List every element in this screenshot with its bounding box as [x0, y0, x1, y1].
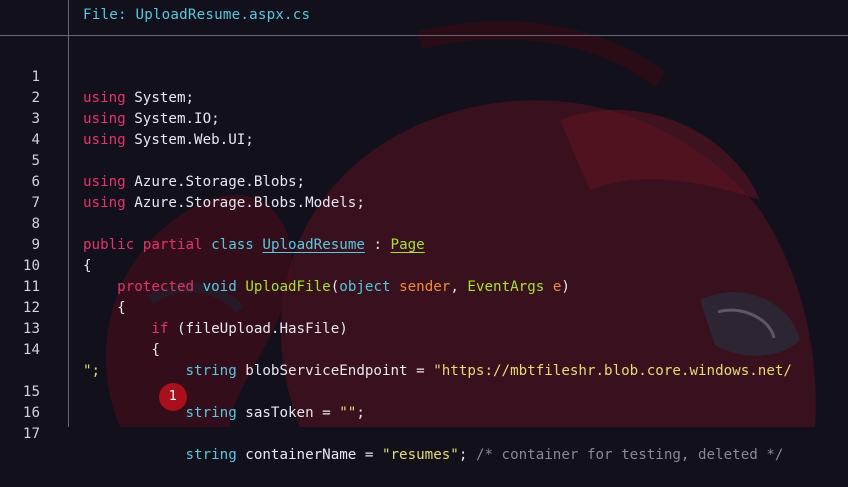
code-line: 14 string blobServiceEndpoint = "https:/…	[0, 319, 848, 379]
code-line: 6 using Azure.Storage.Blobs.Models;	[0, 151, 848, 211]
code-line: 9 {	[0, 214, 848, 274]
code-line: 5 using Azure.Storage.Blobs;	[0, 130, 848, 190]
code-line: 12 if (fileUpload.HasFile)	[0, 277, 848, 337]
code-line: 8 public partial class UploadResume : Pa…	[0, 193, 848, 253]
code-line: 3 using System.Web.UI;	[0, 88, 848, 148]
operator: =	[356, 447, 382, 463]
variable-name: containerName	[236, 447, 357, 463]
code-line: 17	[0, 403, 848, 442]
code-line: 13 {	[0, 298, 848, 358]
code-line: 11 {	[0, 256, 848, 316]
semicolon: ;	[458, 447, 476, 463]
code-line: 1 using System;	[0, 46, 848, 106]
code-line: 4	[0, 109, 848, 148]
keyword: string	[185, 447, 237, 463]
code-line: 16 1 string containerName = "resumes"; /…	[0, 382, 848, 463]
code-line: 15 string sasToken = "";	[0, 361, 848, 421]
code-line: 2 using System.IO;	[0, 67, 848, 127]
code-listing: 1 using System; 2 using System.IO; 3 usi…	[0, 46, 848, 463]
code-line: 7	[0, 172, 848, 211]
comment: /* container for testing, deleted */	[475, 447, 784, 463]
line-number: 17	[22, 426, 40, 442]
code-line: 10 protected void UploadFile(object send…	[0, 235, 848, 295]
file-title: File: UploadResume.aspx.cs	[83, 7, 311, 23]
header-divider	[0, 35, 848, 36]
string-literal: "resumes"	[381, 447, 459, 463]
code-line-wrap: ";	[0, 340, 848, 379]
file-header: File: UploadResume.aspx.cs	[0, 0, 848, 34]
